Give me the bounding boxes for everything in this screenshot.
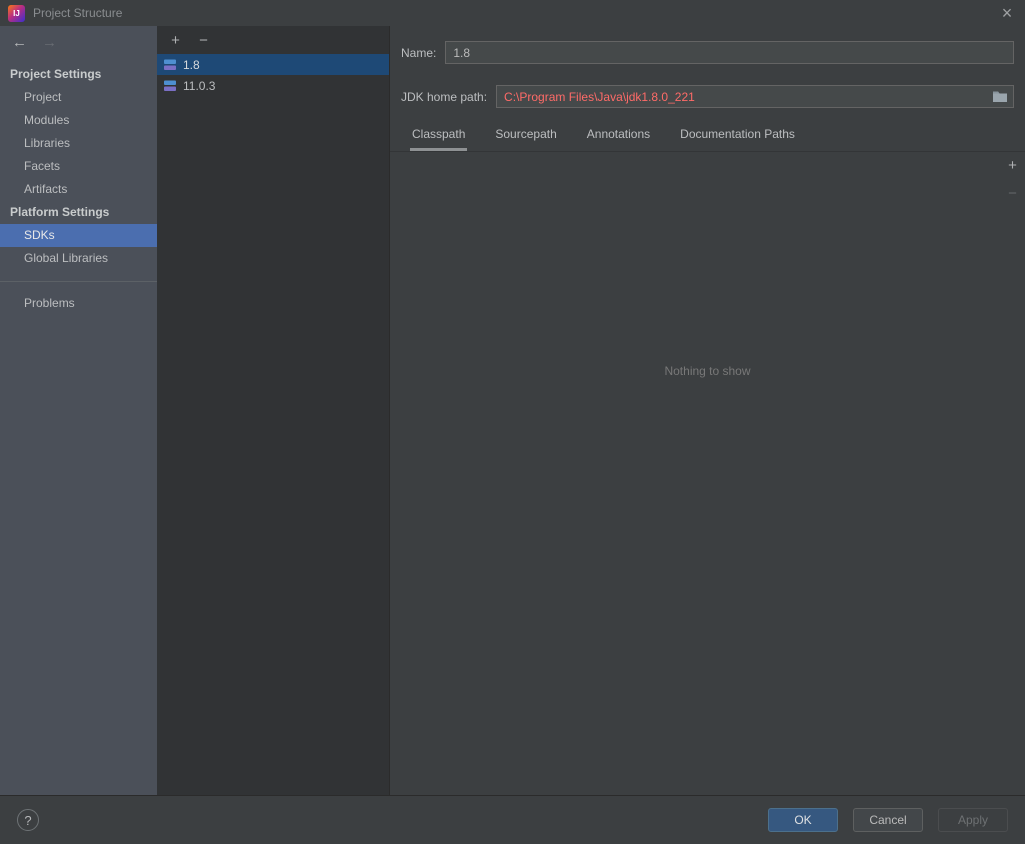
sidebar-item-libraries[interactable]: Libraries	[0, 132, 157, 155]
jdk-home-path-input[interactable]	[496, 85, 1014, 108]
tab-sourcepath[interactable]: Sourcepath	[493, 121, 558, 151]
name-label: Name:	[401, 45, 437, 60]
sdk-list-item-11-0-3[interactable]: 11.0.3	[157, 75, 389, 96]
sidebar-header-project-settings: Project Settings	[10, 67, 102, 81]
tab-documentation-paths[interactable]: Documentation Paths	[678, 121, 797, 151]
cancel-button[interactable]: Cancel	[853, 808, 923, 832]
sdk-icon	[162, 78, 178, 94]
help-icon[interactable]: ?	[17, 809, 39, 831]
sdk-item-label: 11.0.3	[183, 78, 216, 93]
apply-button[interactable]: Apply	[938, 808, 1008, 832]
dialog-footer: ? OK Cancel Apply	[0, 795, 1025, 844]
sidebar-header-platform-settings: Platform Settings	[10, 205, 110, 219]
sdk-list-item-1-8[interactable]: 1.8	[157, 54, 389, 75]
sidebar-item-sdks[interactable]: SDKs	[0, 224, 157, 247]
ok-button[interactable]: OK	[768, 808, 838, 832]
sidebar-divider	[0, 281, 157, 282]
empty-state-text: Nothing to show	[664, 364, 751, 378]
sidebar-item-global-libraries[interactable]: Global Libraries	[0, 247, 157, 270]
remove-sdk-icon[interactable]: −	[197, 33, 210, 48]
sdk-list-toolbar: + −	[157, 26, 389, 54]
sdk-editor-panel: Name: JDK home path:	[390, 26, 1025, 795]
footer-buttons: OK Cancel Apply	[768, 808, 1008, 832]
jdk-home-path-label: JDK home path:	[401, 89, 488, 104]
back-arrow-icon[interactable]: ←	[12, 35, 27, 50]
intellij-logo-icon: IJ	[8, 4, 25, 22]
sdk-icon	[162, 57, 178, 73]
sdk-tabs: Classpath Sourcepath Annotations Documen…	[390, 121, 1025, 151]
sidebar-item-facets[interactable]: Facets	[0, 155, 157, 178]
dialog-body: ← → Project Settings Project Modules Lib…	[0, 26, 1025, 795]
sidebar-item-problems[interactable]: Problems	[0, 292, 157, 315]
sidebar-item-project[interactable]: Project	[0, 86, 157, 109]
history-nav: ← →	[0, 26, 157, 63]
sidebar-item-modules[interactable]: Modules	[0, 109, 157, 132]
name-row: Name:	[390, 41, 1025, 64]
tab-classpath[interactable]: Classpath	[410, 121, 468, 151]
classpath-tab-content: Nothing to show + −	[390, 152, 1025, 795]
sdk-list-panel: + − 1.8 11.0.3	[157, 26, 390, 795]
titlebar: IJ Project Structure ×	[0, 0, 1025, 26]
name-input[interactable]	[445, 41, 1014, 64]
remove-path-icon[interactable]: −	[1006, 186, 1019, 201]
jdk-home-path-row: JDK home path:	[390, 85, 1025, 108]
window-title: Project Structure	[33, 6, 123, 20]
project-structure-dialog: IJ Project Structure × ← → Project Setti…	[0, 0, 1025, 844]
sidebar-item-artifacts[interactable]: Artifacts	[0, 178, 157, 201]
folder-browse-icon[interactable]	[992, 89, 1008, 106]
settings-sidebar: ← → Project Settings Project Modules Lib…	[0, 26, 157, 795]
add-path-icon[interactable]: +	[1006, 158, 1019, 173]
sdk-item-label: 1.8	[183, 57, 200, 72]
classpath-side-toolbar: + −	[1006, 158, 1019, 201]
tab-annotations[interactable]: Annotations	[585, 121, 652, 151]
add-sdk-icon[interactable]: +	[169, 33, 182, 48]
close-icon[interactable]: ×	[997, 4, 1017, 22]
forward-arrow-icon[interactable]: →	[42, 35, 57, 50]
